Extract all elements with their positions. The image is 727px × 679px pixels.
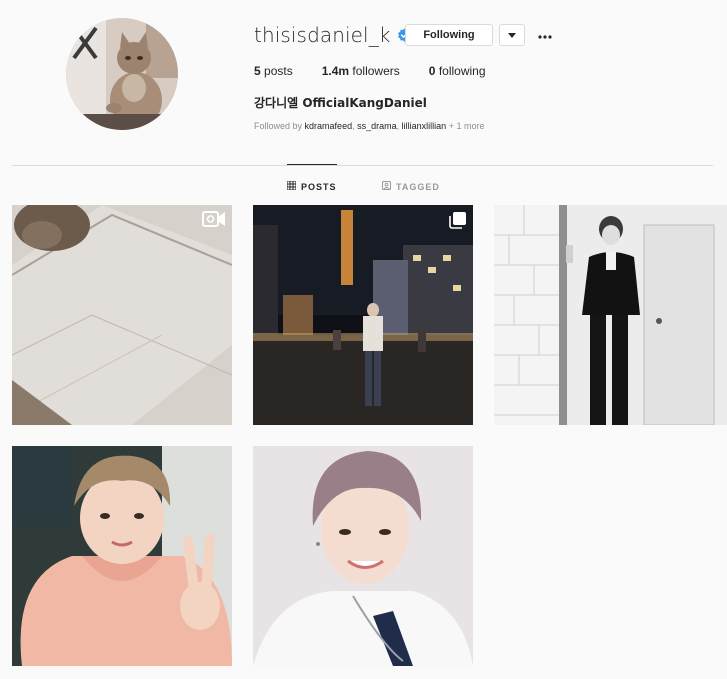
profile-full-name: 강다니엘 OfficialKangDaniel: [254, 96, 427, 110]
tabs-divider: [12, 165, 713, 166]
tag-icon: [382, 181, 396, 192]
tab-posts-label: POSTS: [301, 181, 337, 192]
username: thisisdaniel_k: [254, 23, 391, 47]
grid-icon: [286, 180, 301, 192]
followed-by-more[interactable]: + 1 more: [449, 121, 485, 131]
multiple-posts-icon: [449, 211, 467, 229]
more-options-button[interactable]: [535, 24, 555, 46]
posts-stat: 5 posts: [254, 64, 293, 78]
suggestions-dropdown-button[interactable]: [499, 24, 525, 46]
profile-stats: 5 posts 1.4m followers 0 following: [254, 64, 515, 78]
following-stat[interactable]: 0 following: [429, 64, 486, 78]
followed-by-prefix: Followed by: [254, 121, 303, 131]
followed-by-account[interactable]: lillianxlillian: [402, 121, 447, 131]
following-label: following: [438, 64, 486, 78]
following-button[interactable]: Following: [405, 24, 493, 46]
followed-by-account[interactable]: kdramafeed: [305, 121, 353, 131]
post-thumbnail[interactable]: [494, 205, 727, 425]
post-thumbnail[interactable]: [253, 205, 473, 425]
caret-down-icon: [508, 26, 516, 44]
followed-by-account[interactable]: ss_drama: [357, 121, 397, 131]
followed-by[interactable]: Followed by kdramafeed, ss_drama, lillia…: [254, 121, 484, 131]
followers-count: 1.4m: [321, 64, 350, 78]
post-thumbnail[interactable]: [12, 446, 232, 666]
tab-tagged-label: TAGGED: [396, 181, 440, 192]
active-tab-indicator: [287, 164, 337, 165]
username-row: thisisdaniel_k: [254, 22, 412, 48]
video-icon: [202, 211, 226, 227]
profile-avatar[interactable]: [66, 18, 178, 130]
followers-stat[interactable]: 1.4m followers: [322, 64, 400, 78]
followers-label: followers: [352, 64, 400, 78]
posts-count: 5: [254, 64, 261, 78]
tab-posts[interactable]: POSTS: [286, 180, 337, 192]
post-thumbnail[interactable]: [253, 446, 473, 666]
following-count: 0: [428, 64, 436, 78]
tab-tagged[interactable]: TAGGED: [382, 181, 440, 192]
post-thumbnail[interactable]: [12, 205, 232, 425]
posts-label: posts: [264, 64, 293, 78]
ellipsis-icon: [538, 26, 552, 44]
